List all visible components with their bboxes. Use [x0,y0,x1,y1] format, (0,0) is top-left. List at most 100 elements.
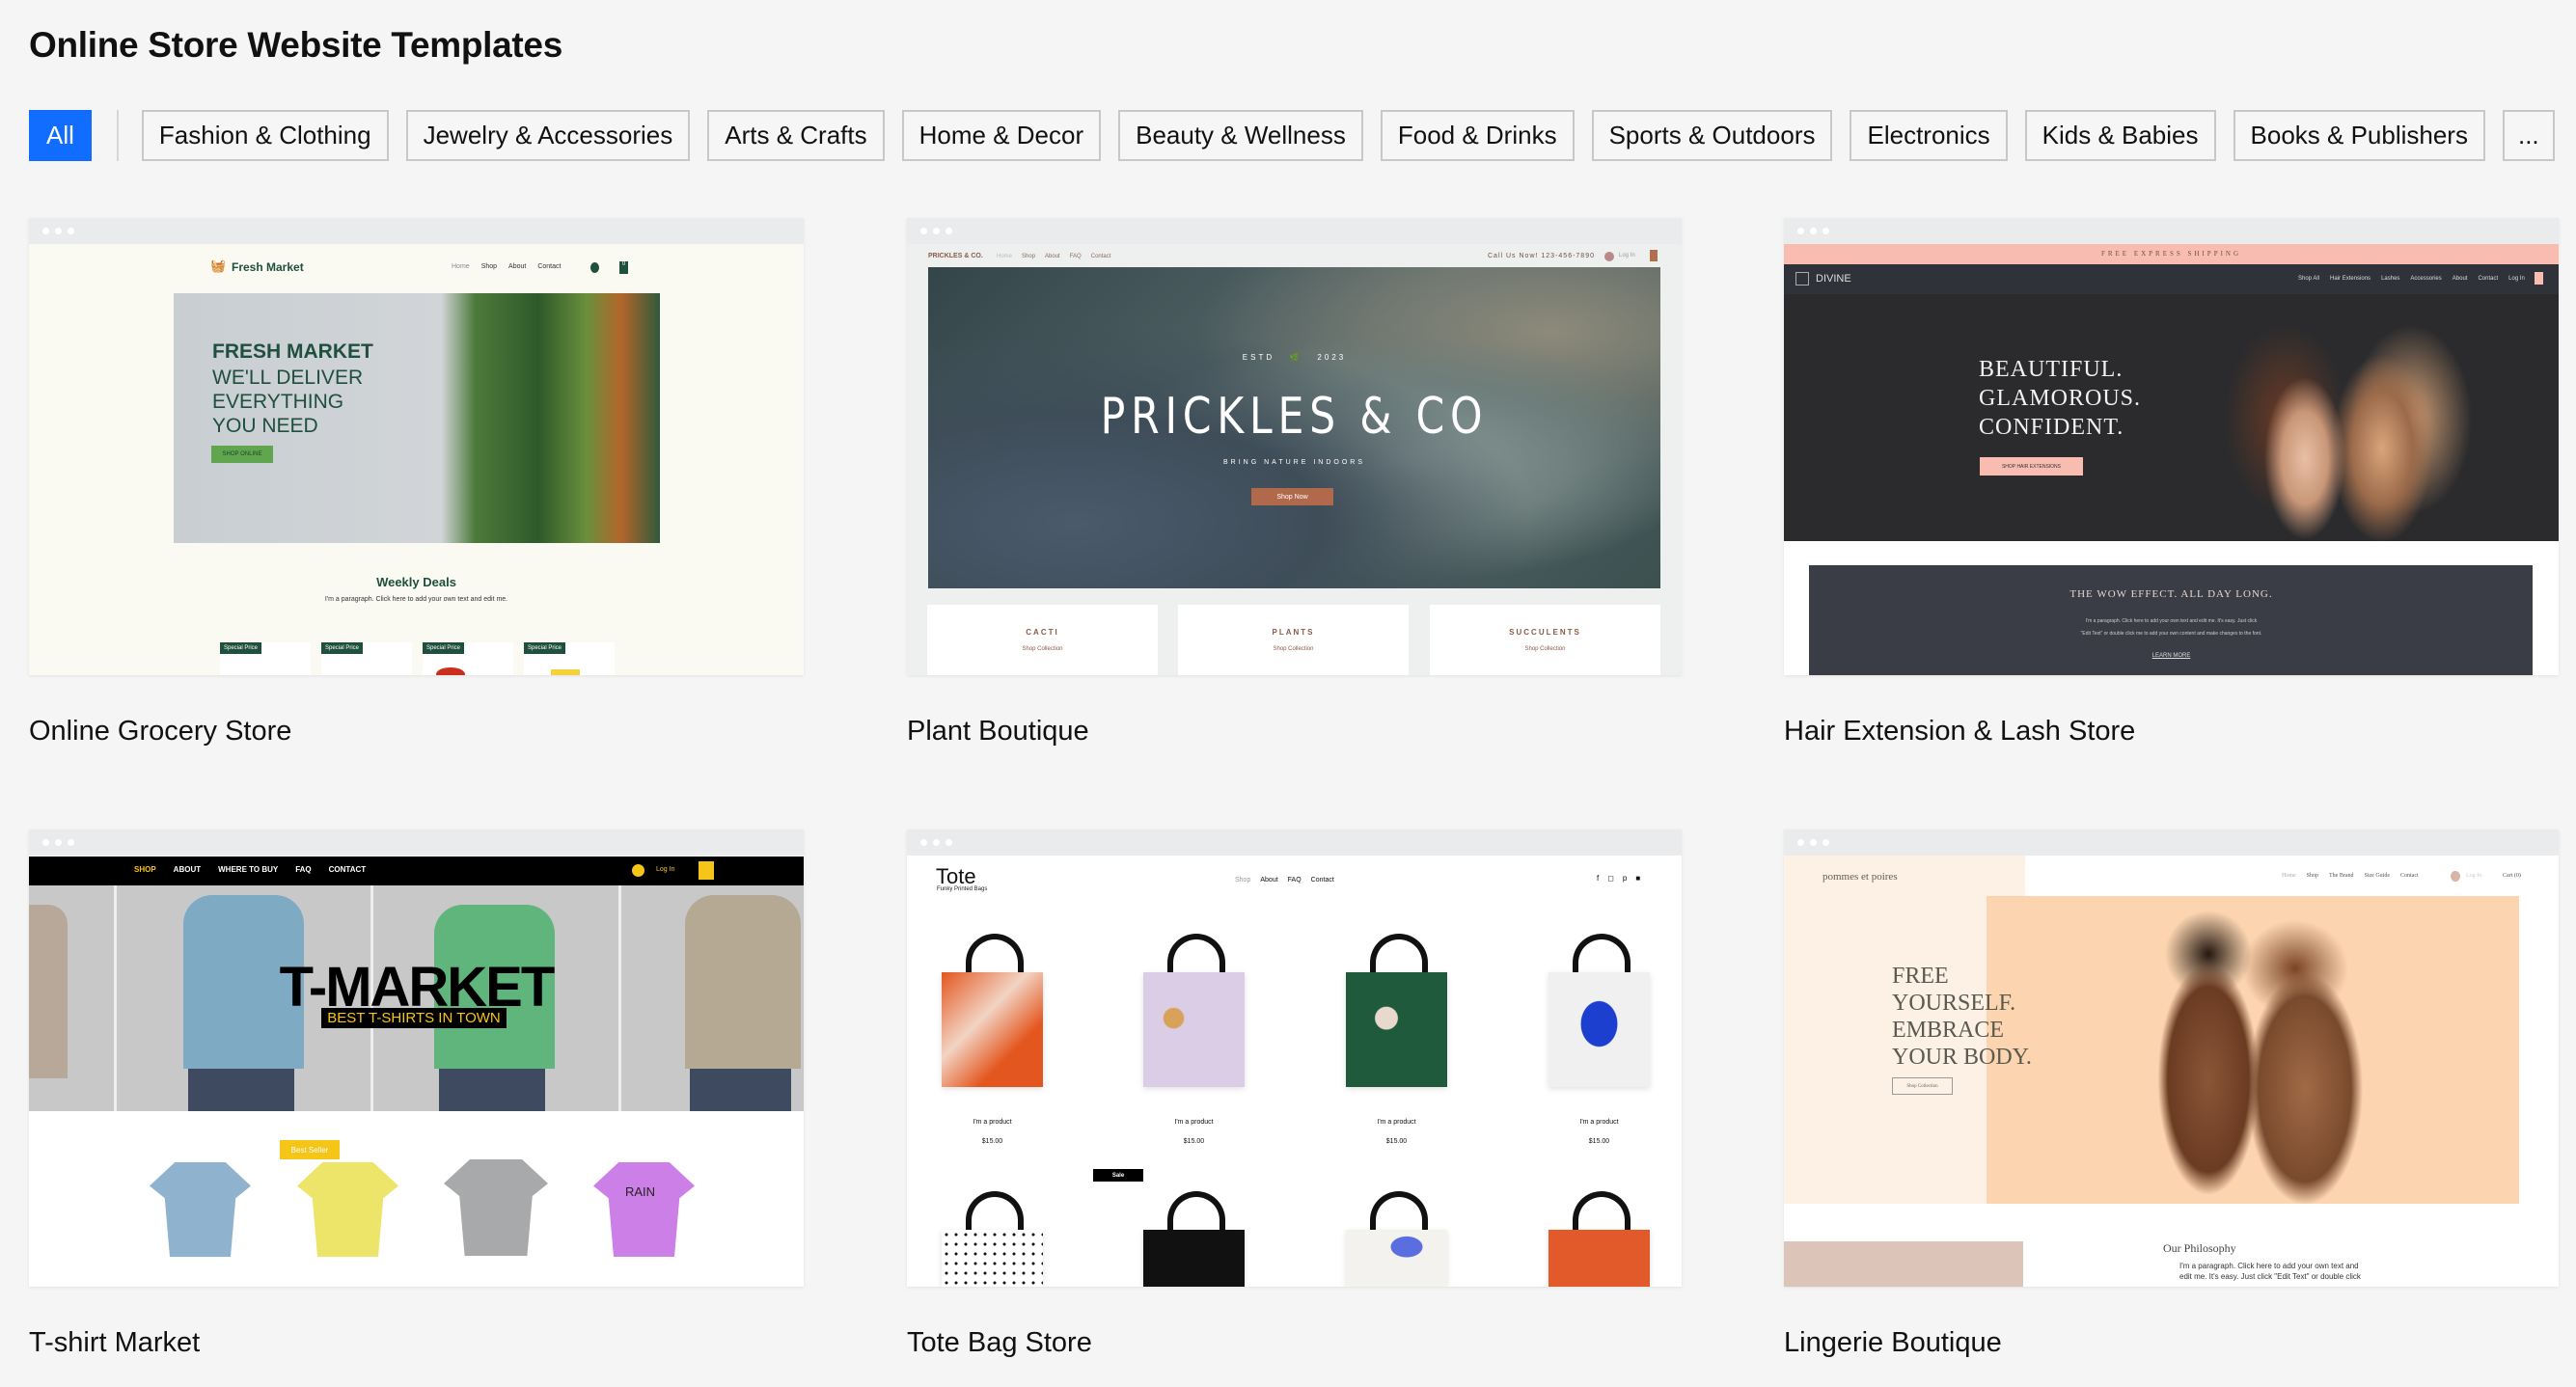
window-dots-icon [42,228,74,234]
template-name[interactable]: Online Grocery Store [29,716,804,748]
user-icon [590,262,599,273]
collection-title: SUCCULENTS [1509,628,1581,637]
filter-kids-babies[interactable]: Kids & Babies [2024,110,2216,161]
product-price: $15.00 [1385,1138,1408,1145]
best-seller-badge: Best Seller [280,1140,340,1159]
template-preview[interactable]: 🧺 Fresh Market Home Shop About Contact 0 FR… [29,218,804,675]
browser-bar [1784,829,2559,856]
filter-arts-crafts[interactable]: Arts & Crafts [707,110,885,161]
template-name[interactable]: T-shirt Market [29,1327,804,1359]
hero-line: EVERYTHING [212,391,344,413]
shirt-print-text: RAIN [625,1184,656,1199]
estd-text: ESTD [1242,353,1275,362]
filter-jewelry-accessories[interactable]: Jewelry & Accessories [405,110,691,161]
login-link: Log In [656,866,675,873]
user-icon [2451,871,2460,882]
template-name[interactable]: Tote Bag Store [907,1327,1682,1359]
estd-badge: ESTD 🌿 2023 [1242,353,1347,362]
collection-card: SUCCULENTS Shop Collection [1430,605,1660,675]
page-title: Online Store Website Templates [29,25,562,65]
cart-icon [1650,250,1658,261]
bag-handle [1167,1191,1225,1235]
template-card[interactable]: PRICKLES & CO. Home Shop About FAQ Contact C… [907,218,1682,748]
collection-card: PLANTS Shop Collection [1178,605,1409,675]
nav-item: Home [997,254,1013,259]
special-price-badge: Special Price [220,642,262,654]
nav-item: SHOP [134,865,156,874]
product-shirt [593,1162,695,1257]
template-card[interactable]: pommes et poires Home Shop The Brand Size G… [1784,829,2559,1359]
product-card: Special Price [220,642,311,675]
template-preview[interactable]: pommes et poires Home Shop The Brand Size G… [1784,829,2559,1287]
login-link: Log In [1619,253,1635,258]
product-price: $15.00 [981,1138,1003,1145]
bag-handle [1370,1191,1428,1235]
paragraph-line: I'm a paragraph. Click here to add your … [2179,1262,2359,1270]
template-preview[interactable]: FREE EXPRESS SHIPPING DIVINE Shop All Hai… [1784,218,2559,675]
paragraph-line: "Edit Text" or double click me to add yo… [2080,631,2262,637]
product-name: I'm a product [973,1119,1012,1126]
section-paragraph: I'm a paragraph. Click here to add your … [1784,615,2559,640]
nav-item: WHERE TO BUY [218,865,279,874]
filter-beauty-wellness[interactable]: Beauty & Wellness [1118,110,1363,161]
template-preview[interactable]: PRICKLES & CO. Home Shop About FAQ Contact C… [907,218,1682,675]
filter-books-publishers[interactable]: Books & Publishers [2233,110,2485,161]
product-price: $15.00 [1183,1138,1205,1145]
filter-sports-outdoors[interactable]: Sports & Outdoors [1591,110,1833,161]
shop-collection-button: Shop Collection [1892,1077,1953,1095]
filter-more-button[interactable]: ... [2502,110,2555,161]
filter-electronics[interactable]: Electronics [1850,110,2008,161]
site-nav: SHOP ABOUT WHERE TO BUY FAQ CONTACT [134,865,366,874]
site-nav: Shop All Hair Extensions Lashes Accessories… [2298,276,2525,282]
filter-fashion-clothing[interactable]: Fashion & Clothing [141,110,389,161]
collection-title: CACTI [1026,628,1059,637]
nav-item: CONTACT [328,865,367,874]
special-price-badge: Special Price [321,642,364,654]
template-preview[interactable]: Tote Funky Printed Bags Shop About FAQ Cont… [907,829,1682,1287]
nav-item: FAQ [295,865,312,874]
logo-icon [1795,272,1809,286]
section-paragraph: I'm a paragraph. Click here to add your … [324,596,508,603]
site-nav: Home Shop The Brand Size Guide Contact [2282,873,2419,879]
template-card[interactable]: FREE EXPRESS SHIPPING DIVINE Shop All Hai… [1784,218,2559,748]
template-card[interactable]: Tote Funky Printed Bags Shop About FAQ Cont… [907,829,1682,1359]
template-card[interactable]: SHOP ABOUT WHERE TO BUY FAQ CONTACT Log In T… [29,829,804,1359]
sale-badge: Sale [1093,1169,1143,1182]
nav-item: Contact [537,263,562,270]
tote-bag-image [942,1230,1043,1287]
nav-item: Lashes [2381,276,2400,282]
template-card[interactable]: 🧺 Fresh Market Home Shop About Contact 0 FR… [29,218,804,748]
filter-home-decor[interactable]: Home & Decor [901,110,1102,161]
phone-number: Call Us Now! 123-456-7890 [1488,253,1595,259]
bag-handle [1167,934,1225,977]
cart-icon [699,861,714,880]
template-name[interactable]: Hair Extension & Lash Store [1784,716,2559,748]
tote-bag-image [942,972,1043,1087]
template-name[interactable]: Plant Boutique [907,716,1682,748]
hero-line: YOU NEED [212,415,318,437]
template-name[interactable]: Lingerie Boutique [1784,1327,2559,1359]
nav-item: Shop [1022,254,1036,259]
section-title: Our Philosophy [2163,1241,2236,1255]
collection-link: Shop Collection [1022,646,1063,652]
hero-line: YOUR BODY. [1892,1045,2032,1070]
special-price-badge: Special Price [524,642,566,654]
hero-subtitle: WE'LL DELIVER EVERYTHING YOU NEED [212,366,363,438]
filter-divider [116,110,119,161]
window-dots-icon [42,839,74,846]
hero-line: FREE [1892,964,1949,989]
section-paragraph: I'm a paragraph. Click here to add your … [2179,1261,2361,1282]
hero-line: GLAMOROUS. [1979,386,2142,411]
section-title: THE WOW EFFECT. ALL DAY LONG. [2069,588,2273,600]
learn-more-link: LEARN MORE [2151,653,2191,659]
product-row: Special Price Special Price Special Pric… [220,642,615,675]
collection-card: CACTI Shop Collection [927,605,1158,675]
cart-link: Cart (0) [2503,873,2521,879]
shop-online-button: SHOP ONLINE [211,446,273,463]
hero-title: FRESH MARKET [212,340,373,363]
template-preview[interactable]: SHOP ABOUT WHERE TO BUY FAQ CONTACT Log In T… [29,829,804,1287]
filter-all[interactable]: All [29,110,92,161]
product-card: Special Price [524,642,615,675]
filter-food-drinks[interactable]: Food & Drinks [1380,110,1575,161]
product-grid: I'm a product $15.00 I'm a product $15.00 I'… [907,829,1682,1287]
